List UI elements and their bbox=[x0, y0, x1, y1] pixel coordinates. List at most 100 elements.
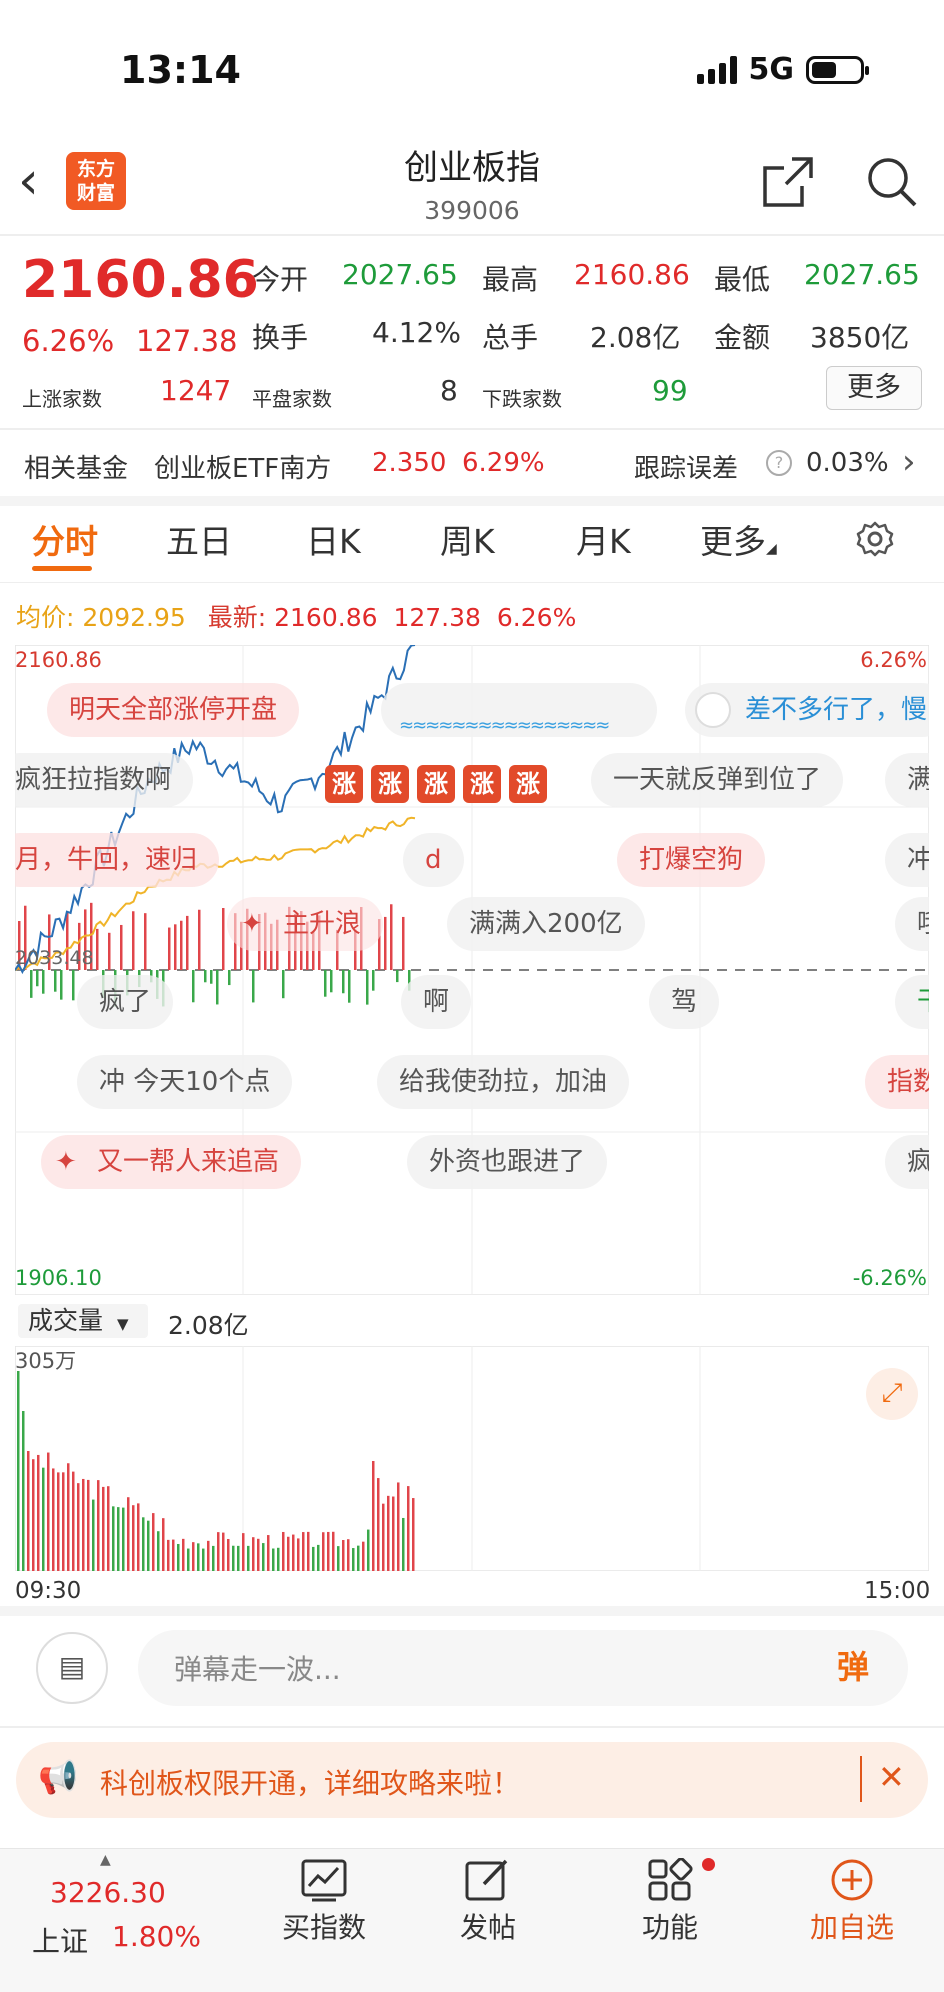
volume-bar bbox=[302, 1532, 305, 1571]
volume-bar bbox=[357, 1545, 360, 1571]
flat-count-label: 平盘家数 bbox=[252, 387, 332, 411]
danmaku-bubble[interactable]: 指数 bbox=[865, 1055, 929, 1109]
more-button[interactable]: 更多 bbox=[826, 366, 922, 410]
tab-five-day[interactable]: 五日 bbox=[166, 515, 232, 563]
help-icon[interactable]: ? bbox=[766, 450, 792, 476]
volume-bar bbox=[287, 1536, 290, 1571]
danmaku-bubble[interactable]: ✦ 主升浪 bbox=[227, 897, 384, 951]
firecracker-icon: ✦ bbox=[241, 909, 263, 939]
fund-percent: 6.29% bbox=[462, 448, 545, 478]
volume-chart[interactable]: 305万 bbox=[15, 1346, 929, 1571]
danmaku-text: 主升浪 bbox=[283, 909, 362, 939]
tab-more[interactable]: 更多◢ bbox=[700, 515, 777, 563]
sticker-rise: 涨 bbox=[417, 765, 455, 803]
chart-info-line: 均价: 2092.95 最新: 2160.86 127.38 6.26% bbox=[16, 598, 576, 634]
volume-bar bbox=[112, 1506, 115, 1571]
volume-bar bbox=[367, 1529, 370, 1571]
danmaku-settings-icon[interactable]: ▤ bbox=[36, 1632, 108, 1704]
volume-bar bbox=[107, 1486, 110, 1571]
danmaku-bubble[interactable]: 打爆空狗 bbox=[617, 833, 766, 887]
swimmer-icon: ≈≈≈≈≈≈≈≈≈≈≈≈≈≈≈≈ bbox=[399, 715, 610, 736]
index-percent[interactable]: 1.80% bbox=[112, 1920, 201, 1953]
nav-label: 发帖 bbox=[459, 1911, 516, 1944]
danmaku-bubble[interactable]: 满 bbox=[885, 753, 929, 807]
related-fund-row[interactable]: 相关基金 创业板ETF南方 2.350 6.29% 跟踪误差 ? 0.03% › bbox=[0, 432, 944, 496]
sticker-rise: 涨 bbox=[325, 765, 363, 803]
fund-name: 创业板ETF南方 bbox=[154, 454, 332, 484]
volume-bar bbox=[77, 1483, 80, 1571]
send-danmaku-button[interactable]: 弹 bbox=[826, 1640, 880, 1694]
danmaku-bubble[interactable]: 差不多行了，慢 bbox=[685, 683, 929, 737]
danmaku-input-placeholder: 弹幕走一波... bbox=[174, 1653, 341, 1686]
tab-active-indicator bbox=[32, 566, 92, 571]
danmaku-bubble[interactable]: 外资也跟进了 bbox=[407, 1135, 608, 1189]
danmaku-bubble[interactable]: 哦 bbox=[895, 897, 929, 951]
volume-bar bbox=[267, 1535, 270, 1571]
index-arrow-icon: ▲ bbox=[100, 1852, 111, 1868]
volume-bar bbox=[247, 1545, 250, 1571]
expand-icon[interactable]: ⤢ bbox=[866, 1368, 918, 1420]
volume-bar bbox=[342, 1540, 345, 1571]
nav-post[interactable]: 发帖 bbox=[428, 1858, 548, 1946]
volume-bar bbox=[87, 1479, 90, 1571]
danmaku-text: 差不多行了，慢 bbox=[745, 695, 928, 725]
status-icons: 5G bbox=[696, 52, 869, 87]
danmaku-bubble[interactable]: 一天就反弹到位了 bbox=[591, 753, 844, 807]
danmaku-bubble[interactable]: 疯了 bbox=[77, 975, 174, 1029]
firecracker-icon: ✦ bbox=[55, 1147, 77, 1177]
caret-down-icon: ▼ bbox=[116, 1315, 129, 1333]
chevron-right-icon: › bbox=[902, 442, 916, 482]
danmaku-layer: 明天全部涨停开盘 ≈≈≈≈≈≈≈≈≈≈≈≈≈≈≈≈ 差不多行了，慢 疯狂拉指数啊… bbox=[15, 645, 929, 1295]
tab-daily-k[interactable]: 日K bbox=[306, 515, 361, 563]
time-start: 09:30 bbox=[15, 1578, 82, 1604]
tab-weekly-k[interactable]: 周K bbox=[440, 515, 495, 563]
volume-bar bbox=[137, 1503, 140, 1571]
danmaku-bubble[interactable]: ≈≈≈≈≈≈≈≈≈≈≈≈≈≈≈≈ bbox=[381, 683, 657, 737]
volume-bar bbox=[117, 1507, 120, 1571]
danmaku-bubble[interactable]: 疯 bbox=[885, 1135, 929, 1189]
volume-bar bbox=[102, 1486, 105, 1571]
volume-bar bbox=[272, 1548, 275, 1571]
danmaku-bubble[interactable]: 冲 bbox=[885, 833, 929, 887]
search-icon[interactable] bbox=[866, 156, 918, 208]
share-icon[interactable] bbox=[762, 156, 814, 208]
tab-intraday[interactable]: 分时 bbox=[32, 515, 98, 563]
turnover-label: 换手 bbox=[252, 321, 309, 354]
promo-banner[interactable]: 📢 科创板权限开通，详细攻略来啦！ ✕ bbox=[16, 1742, 928, 1818]
volume-bar bbox=[222, 1532, 225, 1571]
danmaku-bubble[interactable]: 啊 bbox=[401, 975, 472, 1029]
danmaku-bubble[interactable]: 给我使劲拉，加油 bbox=[377, 1055, 630, 1109]
volume-bar bbox=[152, 1513, 155, 1571]
volume-bar bbox=[217, 1532, 220, 1571]
nav-buy-index[interactable]: 买指数 bbox=[264, 1858, 384, 1946]
danmaku-bubble[interactable]: d bbox=[403, 833, 464, 887]
danmaku-bubble[interactable]: 疯狂拉指数啊 bbox=[15, 753, 194, 807]
rise-stickers: 涨 涨 涨 涨 涨 bbox=[325, 765, 547, 803]
settings-icon[interactable] bbox=[856, 520, 894, 558]
danmaku-bubble[interactable]: 月，牛回，速归 bbox=[15, 833, 220, 887]
divider bbox=[0, 428, 944, 430]
volume-bar bbox=[97, 1480, 100, 1571]
nav-functions[interactable]: 功能 bbox=[610, 1857, 730, 1946]
sticker-rise: 涨 bbox=[509, 765, 547, 803]
tab-monthly-k[interactable]: 月K bbox=[576, 515, 631, 563]
volume-bar bbox=[347, 1539, 350, 1571]
divider bbox=[0, 1726, 944, 1728]
add-circle-icon bbox=[831, 1859, 873, 1901]
nav-add-watchlist[interactable]: 加自选 bbox=[792, 1858, 912, 1946]
danmaku-bubble[interactable]: 冲 今天10个点 bbox=[77, 1055, 293, 1109]
indicator-selector[interactable]: 成交量 ▼ bbox=[18, 1304, 148, 1338]
danmaku-bubble[interactable]: 干 bbox=[895, 975, 929, 1029]
danmaku-bubble[interactable]: 驾 bbox=[649, 975, 720, 1029]
close-icon[interactable]: ✕ bbox=[878, 1758, 905, 1796]
volume-total: 2.08亿 bbox=[168, 1311, 249, 1340]
danmaku-bubble[interactable]: 明天全部涨停开盘 bbox=[47, 683, 300, 737]
danmaku-bubble[interactable]: ✦ 又一帮人来追高 bbox=[41, 1135, 302, 1189]
index-value[interactable]: 3226.30 bbox=[50, 1876, 166, 1909]
danmaku-input[interactable]: 弹幕走一波... 弹 bbox=[138, 1630, 908, 1706]
volume-bar bbox=[42, 1467, 45, 1571]
network-label: 5G bbox=[748, 52, 795, 87]
caret-down-icon: ◢ bbox=[766, 541, 777, 557]
index-name[interactable]: 上证 bbox=[32, 1920, 88, 1960]
danmaku-bubble[interactable]: 满满入200亿 bbox=[447, 897, 645, 951]
